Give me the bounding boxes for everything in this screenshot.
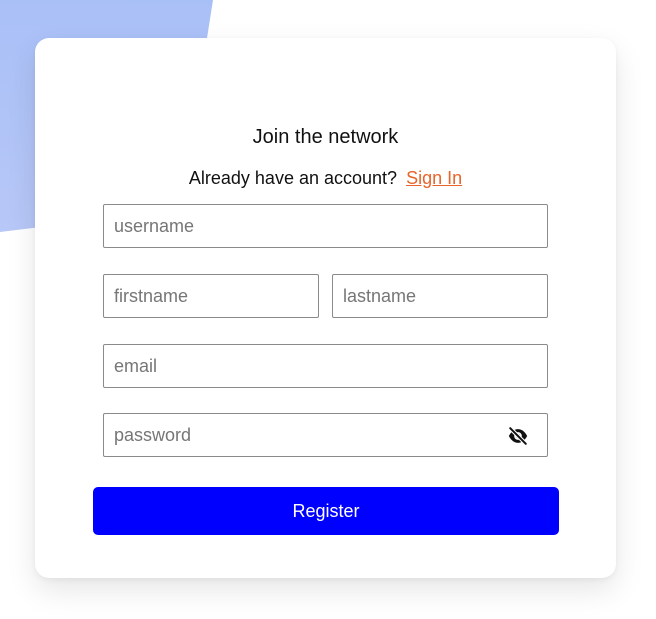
signin-prompt-text: Already have an account? <box>188 168 398 188</box>
eye-off-icon[interactable] <box>507 425 529 447</box>
username-input[interactable] <box>104 205 547 247</box>
password-field-wrapper <box>103 413 548 457</box>
password-input[interactable] <box>104 414 547 456</box>
register-card: Join the network Already have an account… <box>35 38 616 578</box>
firstname-input[interactable] <box>104 275 318 317</box>
email-input[interactable] <box>104 345 547 387</box>
signin-link[interactable]: Sign In <box>406 168 462 188</box>
page-title: Join the network <box>252 126 399 148</box>
register-button[interactable]: Register <box>93 487 559 535</box>
lastname-input[interactable] <box>333 275 547 317</box>
username-field-wrapper <box>103 204 548 248</box>
signin-prompt-row: Already have an account? Sign In <box>35 168 616 189</box>
lastname-field-wrapper <box>332 274 548 318</box>
email-field-wrapper <box>103 344 548 388</box>
firstname-field-wrapper <box>103 274 319 318</box>
